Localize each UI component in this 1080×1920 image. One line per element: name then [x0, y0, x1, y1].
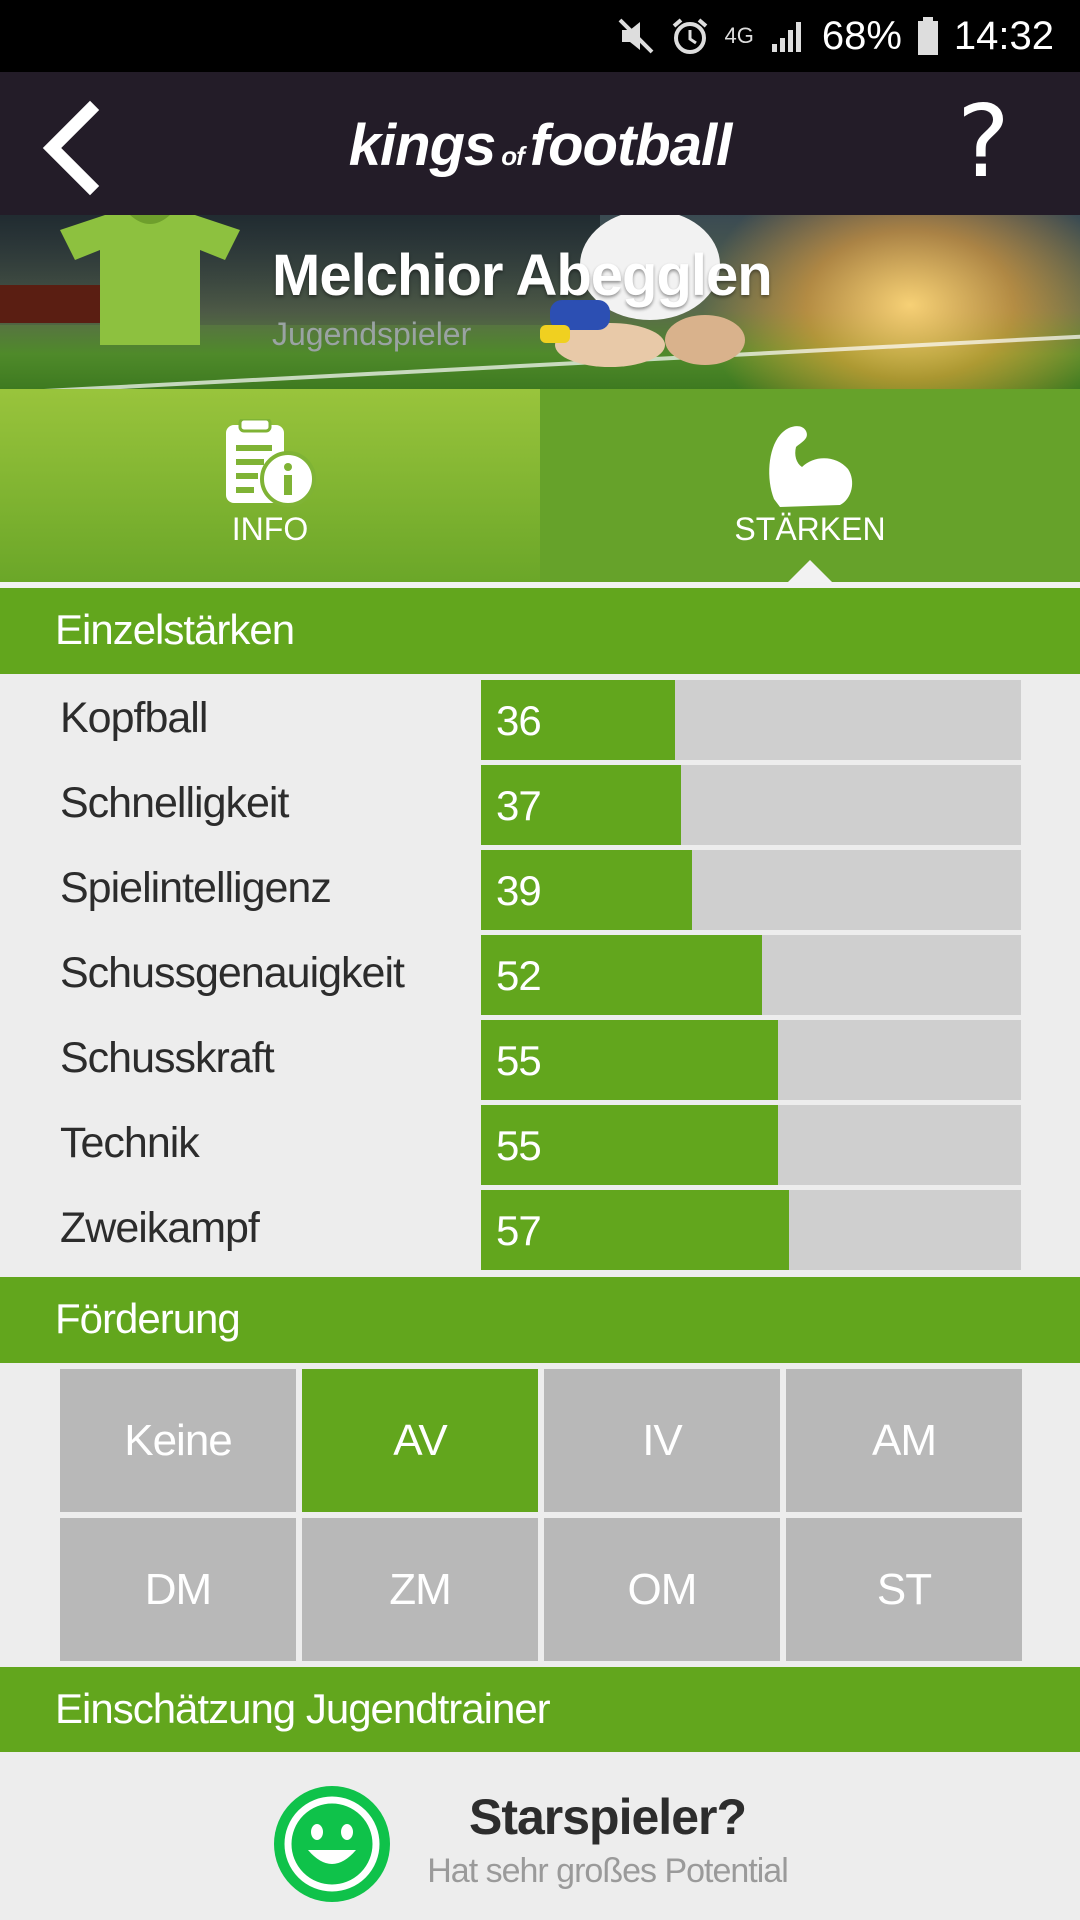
stat-label: Zweikampf [60, 1204, 260, 1252]
battery-percent: 68% [821, 13, 902, 58]
flexed-bicep-icon [769, 426, 853, 507]
tab-info[interactable]: INFO [0, 389, 540, 585]
clock: 14:32 [953, 13, 1054, 58]
promotion-option-am[interactable]: AM [786, 1369, 1022, 1512]
stat-bar-track: 55 [481, 1105, 1021, 1185]
section-header-strengths: Einzelstärken [0, 588, 1080, 674]
app-logo: kings of football [0, 112, 1080, 179]
stat-label: Schussgenauigkeit [60, 949, 405, 997]
status-bar: 4G 68% 14:32 [0, 0, 1080, 72]
battery-icon [917, 17, 938, 55]
section-header-assessment: Einschätzung Jugendtrainer [0, 1667, 1080, 1752]
player-banner: Melchior Abegglen Jugendspieler [0, 215, 1080, 389]
stat-bar-track: 52 [481, 935, 1021, 1015]
network-4g-icon: 4G [724, 23, 754, 48]
tab-info-label: INFO [231, 511, 309, 547]
stat-row: Schussgenauigkeit 52 [0, 935, 1080, 1015]
promotion-option-om[interactable]: OM [544, 1518, 780, 1661]
section-title-strengths: Einzelstärken [55, 606, 295, 653]
stat-bar-track: 37 [481, 765, 1021, 845]
stat-label: Technik [60, 1119, 200, 1167]
promotion-option-av[interactable]: AV [302, 1369, 538, 1512]
tab-bar: INFO STÄRKEN [0, 389, 1080, 585]
promotion-option-iv[interactable]: IV [544, 1369, 780, 1512]
stat-bar-track: 57 [481, 1190, 1021, 1270]
assessment-title: Starspieler? [468, 1789, 747, 1845]
logo-text-football: football [529, 113, 732, 178]
stat-value: 57 [496, 1207, 542, 1254]
stat-bar-track: 39 [481, 850, 1021, 930]
stat-value: 39 [496, 867, 542, 914]
player-name: Melchior Abegglen [272, 243, 773, 308]
stat-value: 37 [496, 782, 542, 829]
stat-value: 55 [496, 1037, 542, 1084]
stat-label: Schusskraft [60, 1034, 275, 1082]
player-role: Jugendspieler [272, 316, 472, 352]
stat-label: Schnelligkeit [60, 779, 289, 827]
stat-bar-track: 55 [481, 1020, 1021, 1100]
section-title-assessment: Einschätzung Jugendtrainer [55, 1685, 551, 1732]
stat-row: Schusskraft 55 [0, 1020, 1080, 1100]
section-header-promotion: Förderung [0, 1277, 1080, 1363]
info-document-icon [226, 419, 316, 507]
help-button[interactable]: ? [957, 92, 1010, 192]
stat-label: Spielintelligenz [60, 864, 332, 912]
mute-icon [619, 18, 654, 54]
stat-row: Kopfball 36 [0, 680, 1080, 760]
stat-row: Schnelligkeit 37 [0, 765, 1080, 845]
promotion-grid: Keine AV IV AM DM ZM OM ST [60, 1369, 1022, 1661]
stat-label: Kopfball [60, 694, 208, 742]
stat-value: 36 [496, 697, 542, 744]
stat-row: Spielintelligenz 39 [0, 850, 1080, 930]
signal-icon [771, 22, 801, 52]
promotion-option-st[interactable]: ST [786, 1518, 1022, 1661]
alarm-icon [673, 18, 708, 54]
stat-bar-track: 36 [481, 680, 1021, 760]
active-tab-indicator [788, 560, 832, 582]
tab-staerken-label: STÄRKEN [734, 511, 886, 547]
promotion-option-zm[interactable]: ZM [302, 1518, 538, 1661]
coach-assessment: Starspieler? Hat sehr großes Potential [0, 1752, 1080, 1920]
logo-text-kings: kings [348, 113, 496, 178]
tab-staerken[interactable]: STÄRKEN [540, 389, 1080, 585]
promotion-option-keine[interactable]: Keine [60, 1369, 296, 1512]
jersey-icon [60, 215, 240, 345]
stat-row: Technik 55 [0, 1105, 1080, 1185]
section-title-promotion: Förderung [55, 1295, 241, 1342]
assessment-subtitle: Hat sehr großes Potential [427, 1852, 789, 1890]
stat-value: 52 [496, 952, 542, 999]
logo-text-of: of [501, 141, 525, 171]
promotion-option-dm[interactable]: DM [60, 1518, 296, 1661]
stat-row: Zweikampf 57 [0, 1190, 1080, 1270]
stat-value: 55 [496, 1122, 542, 1169]
app-header: kings of football ? [0, 72, 1080, 215]
